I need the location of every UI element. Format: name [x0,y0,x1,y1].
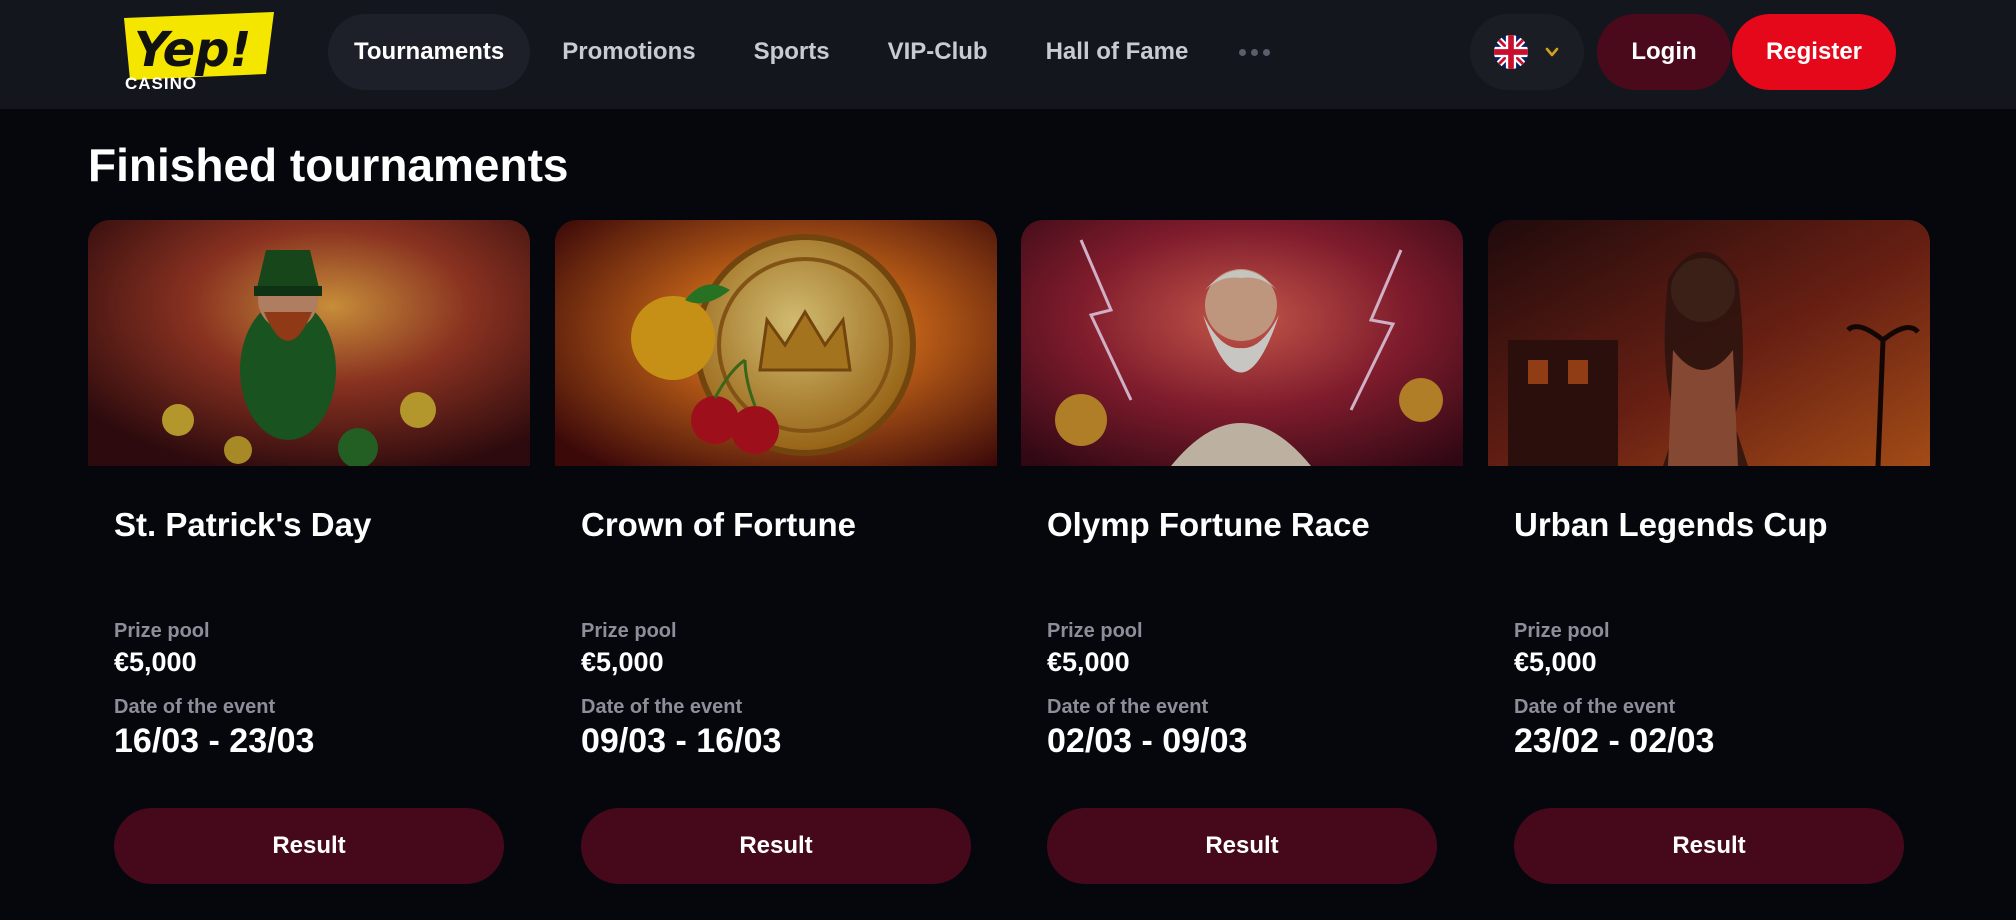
prize-pool-value: €5,000 [1514,647,1597,677]
chevron-down-icon [1545,47,1559,57]
nav-sports[interactable]: Sports [728,14,856,90]
prize-pool-value: €5,000 [1047,647,1130,677]
tournament-title: Urban Legends Cup [1514,506,1828,543]
tournament-image-zeus[interactable] [1021,220,1463,466]
prize-pool-value: €5,000 [114,647,197,677]
yep-casino-logo[interactable]: Yep! CASINO [120,12,278,93]
tournament-card: St. Patrick's Day Prize pool €5,000 Date… [88,220,530,900]
svg-text:Yep!: Yep! [134,22,251,78]
nav-hall-of-fame[interactable]: Hall of Fame [1020,14,1215,90]
tournament-title: St. Patrick's Day [114,506,372,543]
main-nav: Tournaments Promotions Sports VIP-Club H… [328,14,1288,90]
event-date-value: 23/02 - 02/03 [1514,722,1715,760]
language-selector[interactable] [1470,14,1584,90]
ellipsis-icon[interactable] [1220,14,1288,90]
event-date-label: Date of the event [1047,696,1209,718]
prize-pool-label: Prize pool [581,620,677,642]
nav-promotions[interactable]: Promotions [536,14,721,90]
event-date-label: Date of the event [114,696,276,718]
result-button[interactable]: Result [1047,808,1437,884]
event-date-value: 09/03 - 16/03 [581,722,782,760]
event-date-value: 16/03 - 23/03 [114,722,315,760]
prize-pool-label: Prize pool [1047,620,1143,642]
tournament-card: Olymp Fortune Race Prize pool €5,000 Dat… [1021,220,1463,900]
event-date-value: 02/03 - 09/03 [1047,722,1248,760]
login-button[interactable]: Login [1597,14,1731,90]
register-button[interactable]: Register [1732,14,1896,90]
prize-pool-label: Prize pool [1514,620,1610,642]
tournament-title: Crown of Fortune [581,506,856,543]
result-button[interactable]: Result [581,808,971,884]
nav-tournaments[interactable]: Tournaments [328,14,531,90]
tournament-title: Olymp Fortune Race [1047,506,1370,543]
site-header: Yep! CASINO Tournaments Promotions Sport… [0,0,2016,109]
uk-flag-icon [1494,35,1528,69]
logo-subtitle: CASINO [125,74,198,93]
tournament-image-gold-coin[interactable] [555,220,997,466]
tournament-card: Crown of Fortune Prize pool €5,000 Date … [555,220,997,900]
page-title: Finished tournaments [88,139,569,191]
prize-pool-value: €5,000 [581,647,664,677]
nav-vip-club[interactable]: VIP-Club [862,14,1014,90]
event-date-label: Date of the event [1514,696,1676,718]
tournament-card: Urban Legends Cup Prize pool €5,000 Date… [1488,220,1930,900]
prize-pool-label: Prize pool [114,620,210,642]
result-button[interactable]: Result [114,808,504,884]
tournament-image-leprechaun[interactable] [88,220,530,466]
result-button[interactable]: Result [1514,808,1904,884]
tournament-image-urban-legend[interactable] [1488,220,1930,466]
event-date-label: Date of the event [581,696,743,718]
